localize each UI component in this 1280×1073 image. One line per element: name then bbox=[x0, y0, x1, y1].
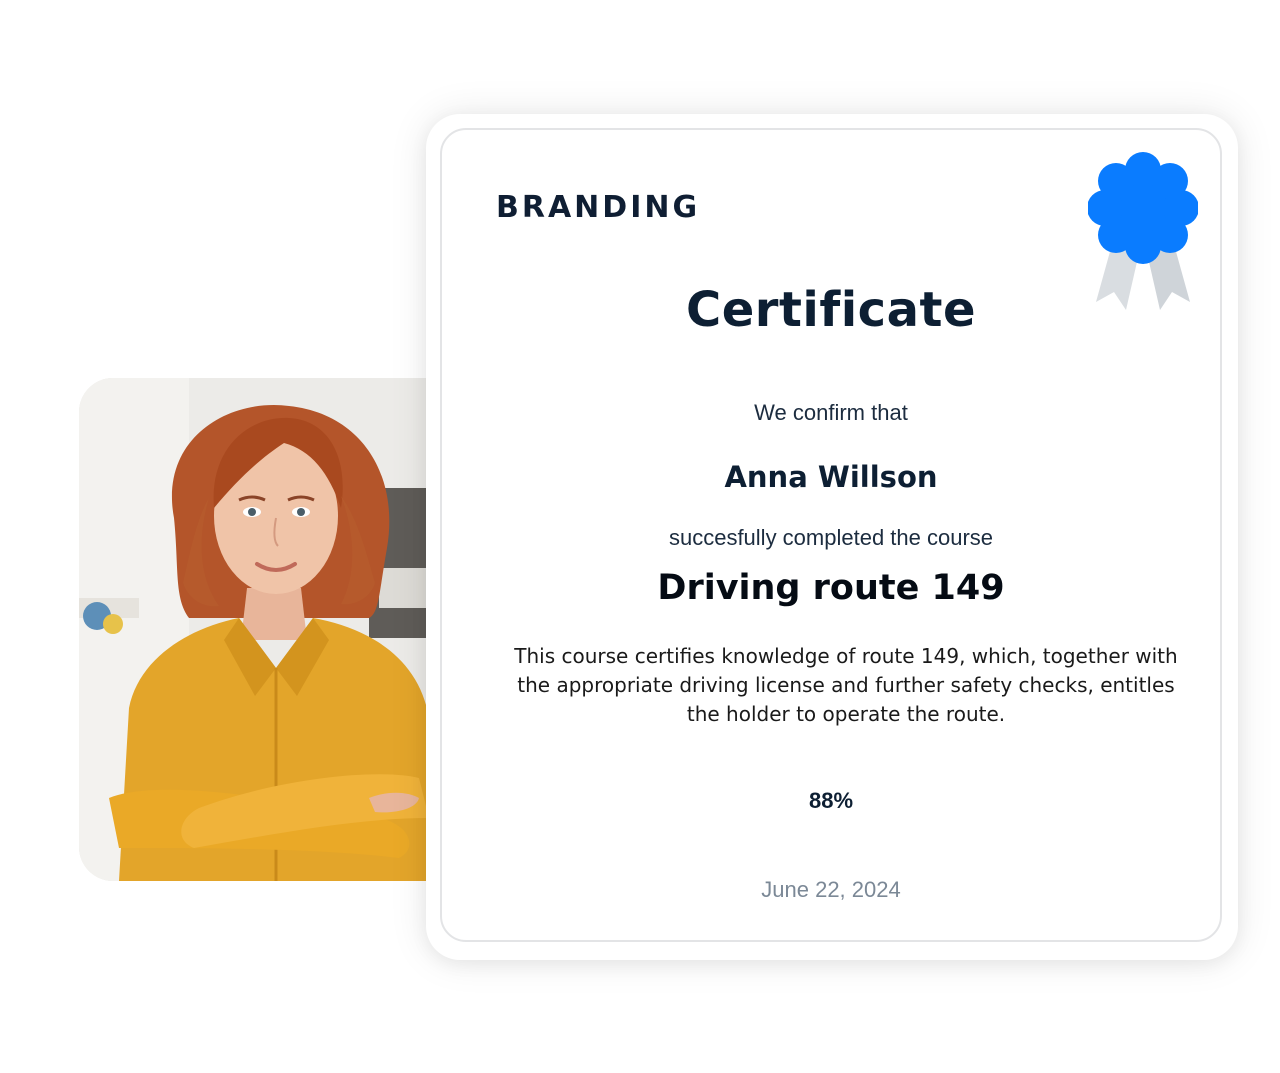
completed-text: succesfully completed the course bbox=[668, 525, 994, 550]
stage: BRANDING Certificate We confirm that Ann… bbox=[0, 0, 1280, 1073]
score: 88% bbox=[808, 788, 854, 813]
brand-logo: BRANDING bbox=[496, 190, 701, 225]
certificate-title: Certificate bbox=[685, 282, 977, 338]
certificate-date: June 22, 2024 bbox=[761, 877, 901, 902]
portrait-illustration bbox=[79, 378, 459, 881]
course-name: Driving route 149 bbox=[657, 568, 1005, 608]
certificate-inner-border: BRANDING Certificate We confirm that Ann… bbox=[440, 128, 1222, 942]
recipient-name: Anna Willson bbox=[724, 460, 938, 494]
recipient-photo bbox=[79, 378, 459, 881]
certificate-card: BRANDING Certificate We confirm that Ann… bbox=[426, 114, 1238, 960]
course-description: This course certifies knowledge of route… bbox=[514, 644, 1178, 726]
confirm-text: We confirm that bbox=[754, 400, 908, 425]
